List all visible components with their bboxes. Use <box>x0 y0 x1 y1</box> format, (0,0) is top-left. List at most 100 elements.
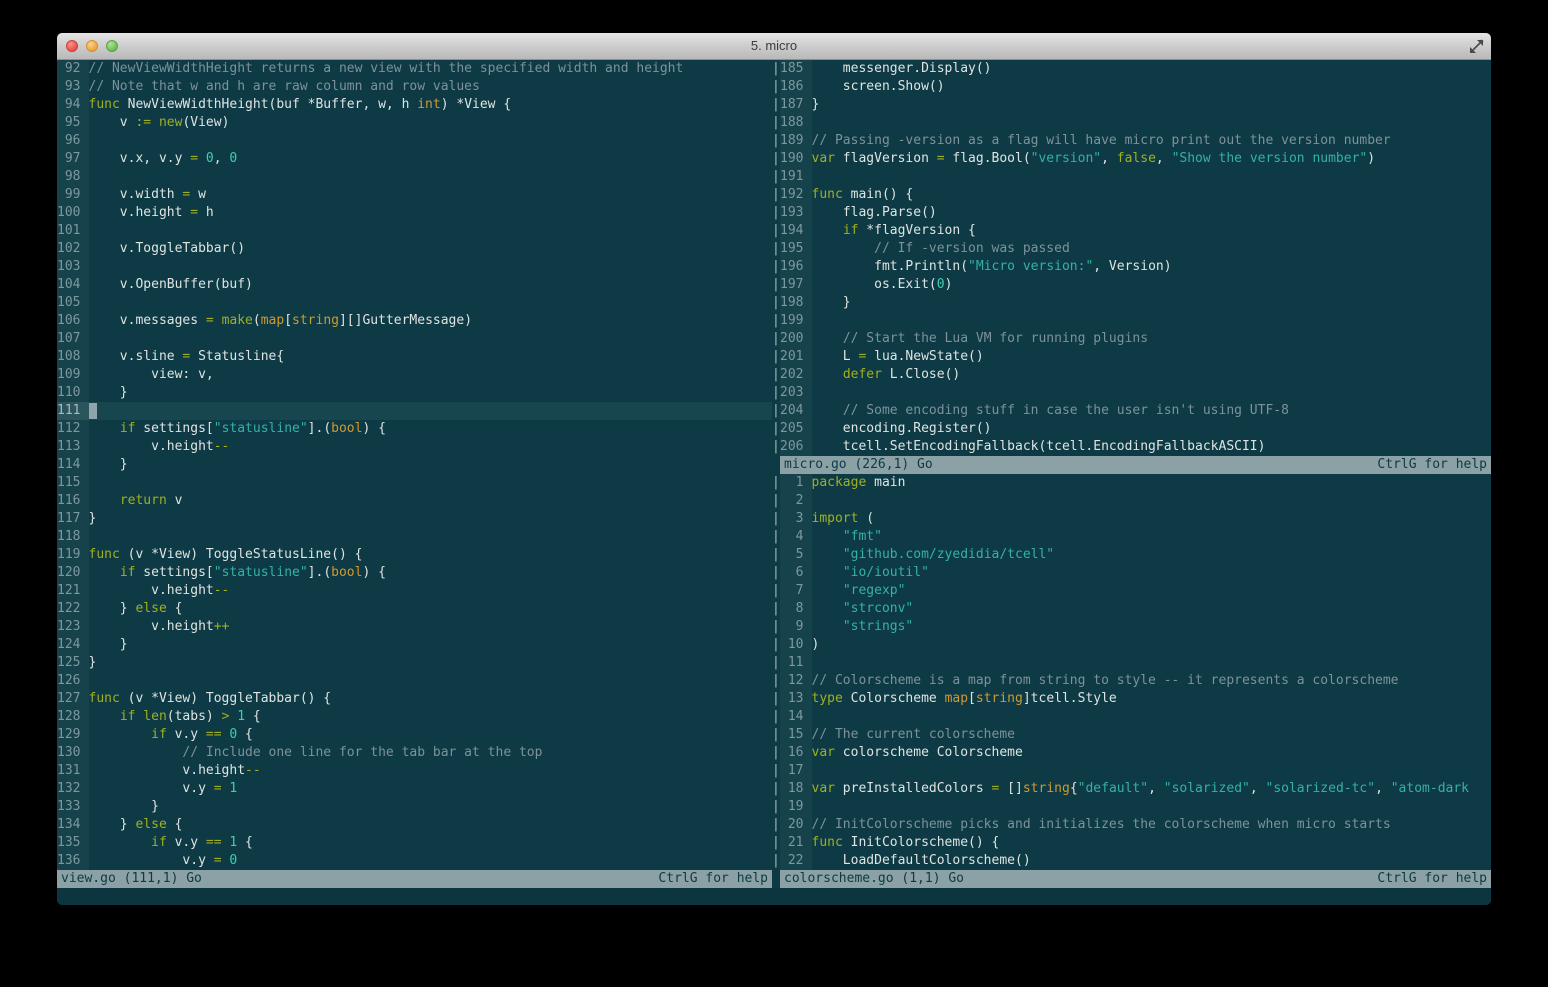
code-line[interactable]: 186 screen.Show() <box>780 78 1491 96</box>
code-line[interactable]: 189// Passing -version as a flag will ha… <box>780 132 1491 150</box>
code-line[interactable]: 7 "regexp" <box>780 582 1491 600</box>
code-line[interactable]: 112 if settings["statusline"].(bool) { <box>57 420 772 438</box>
code-line[interactable]: 110 } <box>57 384 772 402</box>
code-line[interactable]: 194 if *flagVersion { <box>780 222 1491 240</box>
zoom-button[interactable] <box>106 40 118 52</box>
code-line[interactable]: 117} <box>57 510 772 528</box>
code-line[interactable]: 113 v.height-- <box>57 438 772 456</box>
code-line[interactable]: 202 defer L.Close() <box>780 366 1491 384</box>
code-view-micro-go[interactable]: 185 messenger.Display() 186 screen.Show()… <box>780 60 1491 456</box>
code-line[interactable]: 121 v.height-- <box>57 582 772 600</box>
code-line[interactable]: 4 "fmt" <box>780 528 1491 546</box>
code-line[interactable]: 14 <box>780 708 1491 726</box>
code-line[interactable]: 103 <box>57 258 772 276</box>
code-line[interactable]: 3 import ( <box>780 510 1491 528</box>
code-line[interactable]: 127 func (v *View) ToggleTabbar() { <box>57 690 772 708</box>
code-line[interactable]: 9 "strings" <box>780 618 1491 636</box>
code-line[interactable]: 124 } <box>57 636 772 654</box>
code-line[interactable]: 123 v.height++ <box>57 618 772 636</box>
code-view-colorscheme-go[interactable]: 1 package main 2 3 import (4 "fmt" 5 "github.… <box>780 474 1491 870</box>
code-line[interactable]: 20// InitColorscheme picks and initializ… <box>780 816 1491 834</box>
code-line[interactable]: 206 tcell.SetEncodingFallback(tcell.Enco… <box>780 438 1491 456</box>
code-line[interactable]: 21 func InitColorscheme() { <box>780 834 1491 852</box>
code-line[interactable]: 191 <box>780 168 1491 186</box>
code-line[interactable]: 13 type Colorscheme map[string]tcell.Styl… <box>780 690 1491 708</box>
code-line[interactable]: 128 if len(tabs) > 1 { <box>57 708 772 726</box>
code-line[interactable]: 190 var flagVersion = flag.Bool("version"… <box>780 150 1491 168</box>
code-line[interactable]: 6 "io/ioutil" <box>780 564 1491 582</box>
code-line[interactable]: 188 <box>780 114 1491 132</box>
code-line[interactable]: 109 view: v, <box>57 366 772 384</box>
code-line[interactable]: 118 <box>57 528 772 546</box>
code-line[interactable]: 19 <box>780 798 1491 816</box>
editor-pane-colorscheme-go[interactable]: 1 package main 2 3 import (4 "fmt" 5 "github.… <box>780 474 1491 888</box>
code-line[interactable]: 106 v.messages = make(map[string][]Gutte… <box>57 312 772 330</box>
code-line[interactable]: 187} <box>780 96 1491 114</box>
code-line[interactable]: 114 } <box>57 456 772 474</box>
code-line[interactable]: 12// Colorscheme is a map from string to… <box>780 672 1491 690</box>
code-line[interactable]: 193 flag.Parse() <box>780 204 1491 222</box>
code-line[interactable]: 192 func main() { <box>780 186 1491 204</box>
code-line[interactable]: 200 // Start the Lua VM for running plug… <box>780 330 1491 348</box>
code-line[interactable]: 115 <box>57 474 772 492</box>
code-line[interactable]: 18 var preInstalledColors = []string{"def… <box>780 780 1491 798</box>
code-line[interactable]: 10) <box>780 636 1491 654</box>
code-line[interactable]: 105 <box>57 294 772 312</box>
code-line[interactable]: 197 os.Exit(0) <box>780 276 1491 294</box>
code-line[interactable]: 5 "github.com/zyedidia/tcell" <box>780 546 1491 564</box>
code-line[interactable]: 129 if v.y == 0 { <box>57 726 772 744</box>
code-line[interactable]: 122 } else { <box>57 600 772 618</box>
code-line[interactable]: 102 v.ToggleTabbar() <box>57 240 772 258</box>
code-line[interactable]: 94 func NewViewWidthHeight(buf *Buffer, w… <box>57 96 772 114</box>
code-line[interactable]: 132 v.y = 1 <box>57 780 772 798</box>
code-line[interactable]: 130 // Include one line for the tab bar … <box>57 744 772 762</box>
code-line[interactable]: 15// The current colorscheme <box>780 726 1491 744</box>
code-line[interactable]: 2 <box>780 492 1491 510</box>
code-line[interactable]: 22 LoadDefaultColorscheme() <box>780 852 1491 870</box>
editor-pane-micro-go[interactable]: 185 messenger.Display() 186 screen.Show()… <box>780 60 1491 474</box>
code-view-view-go[interactable]: 92// NewViewWidthHeight returns a new vi… <box>57 60 772 870</box>
code-line[interactable]: 134 } else { <box>57 816 772 834</box>
code-line[interactable]: 100 v.height = h <box>57 204 772 222</box>
code-line[interactable]: 1 package main <box>780 474 1491 492</box>
code-line[interactable]: 133 } <box>57 798 772 816</box>
code-line[interactable]: 96 <box>57 132 772 150</box>
code-line[interactable]: 17 <box>780 762 1491 780</box>
code-line[interactable]: 92// NewViewWidthHeight returns a new vi… <box>57 60 772 78</box>
code-line[interactable]: 199 <box>780 312 1491 330</box>
code-line[interactable]: 119 func (v *View) ToggleStatusLine() { <box>57 546 772 564</box>
code-line[interactable]: 95 v := new(View) <box>57 114 772 132</box>
code-line[interactable]: 8 "strconv" <box>780 600 1491 618</box>
code-line[interactable]: 101 <box>57 222 772 240</box>
code-line[interactable]: 108 v.sline = Statusline{ <box>57 348 772 366</box>
code-line[interactable]: 136 v.y = 0 <box>57 852 772 870</box>
code-line[interactable]: 198 } <box>780 294 1491 312</box>
code-line[interactable]: 125} <box>57 654 772 672</box>
code-line[interactable]: 196 fmt.Println("Micro version:", Versio… <box>780 258 1491 276</box>
code-line[interactable]: 195 // If -version was passed <box>780 240 1491 258</box>
code-line[interactable]: 99 v.width = w <box>57 186 772 204</box>
code-line[interactable]: 201 L = lua.NewState() <box>780 348 1491 366</box>
code-line[interactable]: 11 <box>780 654 1491 672</box>
code-line[interactable]: 97 v.x, v.y = 0, 0 <box>57 150 772 168</box>
minimize-button[interactable] <box>86 40 98 52</box>
code-line[interactable]: 131 v.height-- <box>57 762 772 780</box>
code-line[interactable]: 204 // Some encoding stuff in case the u… <box>780 402 1491 420</box>
code-line[interactable]: 120 if settings["statusline"].(bool) { <box>57 564 772 582</box>
code-line[interactable]: 203 <box>780 384 1491 402</box>
code-line[interactable]: 104 v.OpenBuffer(buf) <box>57 276 772 294</box>
editor-pane-view-go[interactable]: 92// NewViewWidthHeight returns a new vi… <box>57 60 772 888</box>
resize-icon[interactable] <box>1469 39 1484 54</box>
code-line[interactable]: 107 <box>57 330 772 348</box>
code-line[interactable]: 116 return v <box>57 492 772 510</box>
code-line[interactable]: 205 encoding.Register() <box>780 420 1491 438</box>
title-bar[interactable]: 5. micro <box>57 33 1491 60</box>
code-line[interactable]: 16 var colorscheme Colorscheme <box>780 744 1491 762</box>
code-line[interactable]: 93// Note that w and h are raw column an… <box>57 78 772 96</box>
code-line[interactable]: 126 <box>57 672 772 690</box>
code-line[interactable]: 98 <box>57 168 772 186</box>
code-line[interactable]: 185 messenger.Display() <box>780 60 1491 78</box>
code-line[interactable]: 135 if v.y == 1 { <box>57 834 772 852</box>
code-line[interactable]: 111 <box>57 402 772 420</box>
close-button[interactable] <box>66 40 78 52</box>
